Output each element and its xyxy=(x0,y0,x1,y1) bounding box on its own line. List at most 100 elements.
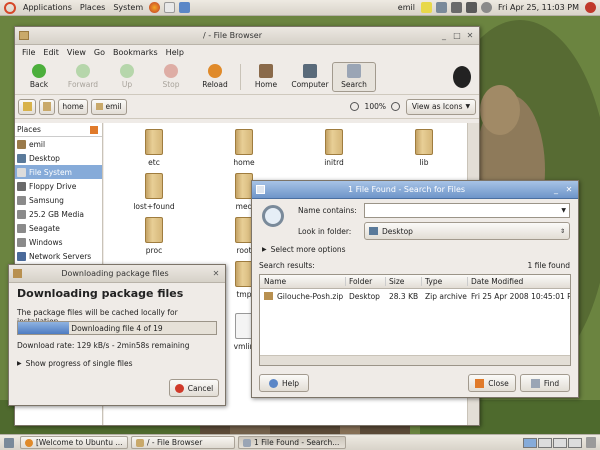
find-button[interactable]: Find xyxy=(520,374,570,392)
task-search-files[interactable]: 1 File Found - Search... xyxy=(238,436,346,449)
col-folder[interactable]: Folder xyxy=(346,277,386,286)
cancel-button[interactable]: Cancel xyxy=(169,379,219,397)
name-contains-input[interactable]: ▼ xyxy=(364,203,570,218)
menu-go[interactable]: Go xyxy=(90,48,109,57)
workspace-1[interactable] xyxy=(523,437,537,448)
menu-help[interactable]: Help xyxy=(162,48,188,57)
folder-lost-found[interactable]: lost+found xyxy=(126,173,182,211)
table-row[interactable]: Gilouche-Posh.zip Desktop 28.3 KB Zip ar… xyxy=(260,289,570,303)
menu-file[interactable]: File xyxy=(18,48,39,57)
home-button[interactable]: Home xyxy=(244,64,288,89)
sidebar-item-network[interactable]: Network Servers xyxy=(15,249,102,263)
folder-lib[interactable]: lib xyxy=(396,129,452,167)
network-icon[interactable] xyxy=(450,2,462,13)
folder-icon xyxy=(136,438,144,447)
look-in-folder-select[interactable]: Desktop ⇕ xyxy=(364,222,570,240)
folder-etc[interactable]: etc xyxy=(126,129,182,167)
close-icon[interactable]: ✕ xyxy=(211,269,221,279)
menu-bookmarks[interactable]: Bookmarks xyxy=(109,48,162,57)
back-button[interactable]: Back xyxy=(17,64,61,89)
sidebar-item-samsung[interactable]: Samsung xyxy=(15,193,102,207)
reload-icon xyxy=(208,64,222,78)
menu-view[interactable]: View xyxy=(63,48,90,57)
top-panel: Applications Places System emil Fri Apr … xyxy=(0,0,600,16)
download-titlebar[interactable]: Downloading package files ✕ xyxy=(9,265,225,283)
sidebar-item-seagate[interactable]: Seagate xyxy=(15,221,102,235)
show-desktop-icon[interactable] xyxy=(4,437,14,448)
zoom-out-icon[interactable] xyxy=(349,102,359,111)
show-progress-expander[interactable]: ▶ Show progress of single files xyxy=(17,359,133,368)
row-date-cell: Fri 25 Apr 2008 10:45:01 P xyxy=(471,291,570,301)
stop-button[interactable]: Stop xyxy=(149,64,193,89)
path-scroll-button[interactable] xyxy=(39,98,55,115)
col-size[interactable]: Size xyxy=(386,277,422,286)
folder-initrd[interactable]: initrd xyxy=(306,129,362,167)
help-button[interactable]: Help xyxy=(259,374,309,392)
zoom-level[interactable]: 100% xyxy=(365,102,386,111)
mail-icon[interactable] xyxy=(164,2,176,13)
trash-icon[interactable] xyxy=(586,437,596,448)
sidebar-item-desktop[interactable]: Desktop xyxy=(15,151,102,165)
menu-system[interactable]: System xyxy=(109,3,147,12)
menu-places[interactable]: Places xyxy=(76,3,109,12)
power-icon[interactable] xyxy=(585,2,596,13)
workspace-3[interactable] xyxy=(553,437,567,448)
close-icon[interactable]: ✕ xyxy=(465,31,475,41)
search-button[interactable]: Search xyxy=(332,61,376,92)
user-name[interactable]: emil xyxy=(394,3,419,12)
computer-button[interactable]: Computer xyxy=(288,64,332,89)
workspace-2[interactable] xyxy=(538,437,552,448)
volume-icon[interactable] xyxy=(465,2,477,13)
search-titlebar[interactable]: 1 File Found - Search for Files _ ✕ xyxy=(252,181,578,199)
row-name-cell: Gilouche-Posh.zip xyxy=(260,292,346,301)
notes-icon[interactable] xyxy=(420,2,432,13)
toggle-location-button[interactable] xyxy=(18,98,36,115)
task-welcome-ubuntu[interactable]: [Welcome to Ubuntu ... xyxy=(20,436,128,449)
reload-button[interactable]: Reload xyxy=(193,64,237,89)
workspace-switcher[interactable] xyxy=(523,437,582,448)
places-header[interactable]: Places xyxy=(15,123,102,137)
col-type[interactable]: Type xyxy=(422,277,468,286)
folder-home[interactable]: home xyxy=(216,129,272,167)
menu-applications[interactable]: Applications xyxy=(19,3,76,12)
view-mode-select[interactable]: View as Icons ▼ xyxy=(406,98,476,115)
forward-button[interactable]: Forward xyxy=(61,64,105,89)
more-options-expander[interactable]: ▶ Select more options xyxy=(262,245,346,254)
folder-proc[interactable]: proc xyxy=(126,217,182,255)
path-emil-button[interactable]: emil xyxy=(91,98,127,115)
path-home-button[interactable]: home xyxy=(58,98,88,115)
file-browser-menubar: File Edit View Go Bookmarks Help xyxy=(15,45,479,59)
minimize-icon[interactable]: _ xyxy=(439,31,449,41)
ubuntu-logo-icon[interactable] xyxy=(4,1,16,14)
maximize-icon[interactable]: □ xyxy=(452,31,462,41)
download-title: Downloading package files xyxy=(61,269,169,278)
sidebar-item-media[interactable]: 25.2 GB Media xyxy=(15,207,102,221)
clock[interactable]: Fri Apr 25, 11:03 PM xyxy=(494,3,583,12)
file-browser-titlebar[interactable]: / - File Browser _ □ ✕ xyxy=(15,27,479,45)
close-button[interactable]: Close xyxy=(468,374,516,392)
sidebar-item-floppy[interactable]: Floppy Drive xyxy=(15,179,102,193)
folder-icon xyxy=(145,217,163,243)
menu-edit[interactable]: Edit xyxy=(39,48,63,57)
drive-icon xyxy=(17,237,26,247)
up-button[interactable]: Up xyxy=(105,64,149,89)
task-file-browser[interactable]: / - File Browser xyxy=(131,436,235,449)
sidebar-item-windows[interactable]: Windows xyxy=(15,235,102,249)
workspace-4[interactable] xyxy=(568,437,582,448)
firefox-icon[interactable] xyxy=(149,2,161,13)
chevron-down-icon[interactable]: ▼ xyxy=(561,207,566,214)
cpu-monitor-icon[interactable] xyxy=(435,2,447,13)
folder-path-icon xyxy=(43,102,51,111)
col-name[interactable]: Name xyxy=(260,277,346,286)
close-sidebar-icon[interactable] xyxy=(90,125,98,134)
chevron-down-icon: ▼ xyxy=(465,103,471,110)
zoom-in-icon[interactable] xyxy=(391,102,400,111)
sidebar-item-file-system[interactable]: File System xyxy=(15,165,102,179)
close-icon[interactable]: ✕ xyxy=(564,185,574,195)
minimize-icon[interactable]: _ xyxy=(551,185,561,195)
col-date[interactable]: Date Modified xyxy=(468,277,570,286)
help-icon[interactable] xyxy=(179,2,191,13)
location-bar: home emil 100% View as Icons ▼ xyxy=(15,95,479,119)
results-hscrollbar[interactable] xyxy=(260,355,570,365)
sidebar-item-emil[interactable]: emil xyxy=(15,137,102,151)
